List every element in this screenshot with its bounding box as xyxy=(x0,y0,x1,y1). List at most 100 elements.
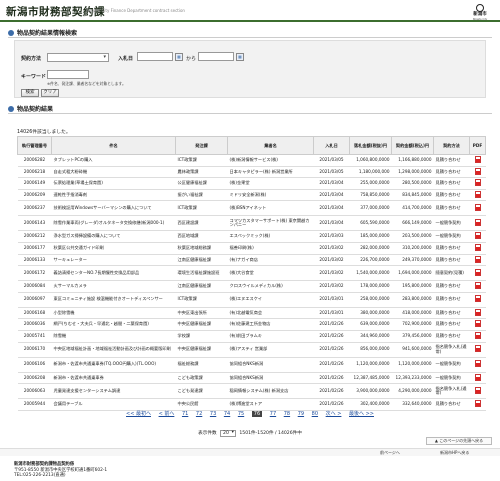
col-header-id[interactable]: 執行管理番号 xyxy=(17,136,52,155)
date-from-input[interactable] xyxy=(137,52,173,61)
method-select[interactable] xyxy=(47,53,109,62)
pager-page[interactable]: 79 xyxy=(298,411,304,417)
cell-name[interactable]: 小型除雪機 xyxy=(51,307,176,320)
cell-date: 2021/02/26 xyxy=(313,330,350,343)
pager-prev[interactable]: < 前へ xyxy=(159,410,175,417)
col-header-vendor[interactable]: 業者名 xyxy=(227,136,314,155)
cell-name[interactable]: 速乾性手指消毒剤 xyxy=(51,189,176,202)
col-header-name[interactable]: 件名 xyxy=(51,136,176,155)
pdf-icon[interactable] xyxy=(474,360,481,368)
pdf-icon[interactable] xyxy=(474,204,481,212)
pdf-icon[interactable] xyxy=(474,295,481,303)
pdf-icon[interactable] xyxy=(474,190,481,198)
pager-page[interactable]: 73 xyxy=(210,411,216,417)
pdf-icon[interactable] xyxy=(474,243,481,251)
pdf-icon[interactable] xyxy=(474,282,481,290)
keyword-input[interactable] xyxy=(47,70,89,79)
cell-name[interactable]: 義詰清掃センターNO.7長期慢性交換品用部品 xyxy=(51,265,176,282)
calendar-to-icon[interactable]: ▦ xyxy=(236,53,244,61)
clear-button[interactable]: クリア xyxy=(41,89,59,97)
cell-name[interactable]: 網戸(ちむせ・大夫兵・早通北・越間・二葉保育園) xyxy=(51,318,176,331)
back-to-top-button[interactable]: ▲ このページの先頭へ戻る xyxy=(426,437,492,445)
pdf-icon[interactable] xyxy=(474,167,481,175)
cell-dept: ICT政策課 xyxy=(175,200,228,217)
cell-dept: 西区地域課 xyxy=(175,230,228,243)
cell-name[interactable]: サーキュレーター xyxy=(51,254,176,267)
pdf-icon[interactable] xyxy=(474,308,481,316)
cell-name[interactable]: 中央区地域福祉計画・地域福祉活動計画及び計画の概要版印刷 xyxy=(51,342,176,358)
table-row: 20006036 網戸(ちむせ・大夫兵・早通北・越間・二葉保育園) 中央区健康福祉課… xyxy=(17,318,486,331)
pdf-icon[interactable] xyxy=(474,345,481,353)
pager-page[interactable]: 72 xyxy=(196,411,202,417)
pdf-icon[interactable] xyxy=(474,320,481,328)
cell-vendor: (有)北越電気商会 xyxy=(227,307,314,320)
cell-date: 2021/02/26 xyxy=(313,357,350,373)
cell-date: 2021/03/02 xyxy=(313,280,350,293)
pager-last[interactable]: 最後へ >> xyxy=(349,410,374,417)
pdf-icon[interactable] xyxy=(474,268,481,276)
prev-page-link[interactable]: 前ページへ xyxy=(380,450,400,456)
table-row: 20006097 東区コミュニティ施設 検温機能付きオートディスペンサー ICT政策… xyxy=(17,292,486,308)
pager-page[interactable]: 80 xyxy=(312,411,318,417)
cell-name[interactable]: タブレットPCの購入 xyxy=(51,154,176,167)
pager-page[interactable]: 74 xyxy=(224,411,230,417)
col-header-bid[interactable]: 落札金額(税抜)円 xyxy=(349,136,392,155)
pager-page[interactable]: 71 xyxy=(182,411,188,417)
city-logo[interactable]: 新潟市 Niigata City xyxy=(468,4,492,21)
cell-id: 20006170 xyxy=(17,342,52,358)
pdf-icon[interactable] xyxy=(474,179,481,187)
cell-pdf xyxy=(469,177,486,190)
cell-dept: 江南区健康福祉課 xyxy=(175,254,228,267)
cell-name[interactable]: 除雪機 xyxy=(51,330,176,343)
pager-first[interactable]: << 最初へ xyxy=(126,410,151,417)
pdf-icon[interactable] xyxy=(474,232,481,240)
pdf-icon[interactable] xyxy=(474,219,481,227)
cell-pdf xyxy=(469,292,486,308)
pdf-icon[interactable] xyxy=(474,400,481,408)
col-header-dept[interactable]: 発注課 xyxy=(175,136,228,155)
pager-next[interactable]: 次へ > xyxy=(326,410,342,417)
col-header-method[interactable]: 契約方法 xyxy=(433,136,470,155)
col-header-date[interactable]: 入札日 xyxy=(313,136,350,155)
cell-vendor: ミドリ安全新潟(株) xyxy=(227,189,314,202)
cell-name[interactable]: 新潟市・佐渡市共通乗車券(TQ.OOO円購入)(TL.OOO) xyxy=(51,357,176,373)
pdf-icon[interactable] xyxy=(474,255,481,263)
cell-name[interactable]: 火サーマルカメラ xyxy=(51,280,176,293)
cell-name[interactable]: 伝票処理業(草場土保育園) xyxy=(51,177,176,190)
cell-bid: 3,900,000,0000 xyxy=(349,383,392,400)
pdf-icon[interactable] xyxy=(474,156,481,163)
search-button[interactable]: 検索 xyxy=(21,89,39,97)
cell-date: 2021/03/04 xyxy=(313,200,350,217)
cell-name[interactable]: 自走式粗大粉砕機 xyxy=(51,166,176,179)
city-home-link[interactable]: 新潟市HPへ戻る xyxy=(440,450,469,456)
cell-id: 20006097 xyxy=(17,292,52,308)
cell-name[interactable]: 東区コミュニティ施設 検温機能付きオートディスペンサー xyxy=(51,292,176,308)
pager-page[interactable]: 77 xyxy=(270,411,276,417)
pdf-icon[interactable] xyxy=(474,331,481,339)
cell-name[interactable]: 秋葉区公共交通ガイド印刷 xyxy=(51,242,176,255)
cell-pdf xyxy=(469,357,486,373)
cell-method: 見積り合わせ xyxy=(433,280,470,293)
pager-page[interactable]: 78 xyxy=(284,411,290,417)
cell-name[interactable]: 技術検証用Windowsサーバーマシンの購入について xyxy=(51,200,176,217)
table-row: 20006084 火サーマルカメラ 江南区健康福祉課 クロスウイルメディカル(株) 20… xyxy=(17,280,486,293)
per-page-control: 表示件数 20 1501件-1520件 / 14026件中 xyxy=(0,430,500,437)
pdf-icon[interactable] xyxy=(474,386,481,394)
cell-dept: 環境生活福祉課施設班 xyxy=(175,265,228,282)
cell-name[interactable]: 浄水型ガス掃挿設備の購入について xyxy=(51,230,176,243)
table-row: 20006168 小型除雪機 中央区東出張所 (有)北越電気商会 2021/03/01 3… xyxy=(17,307,486,320)
per-page-select[interactable]: 20 xyxy=(220,430,236,437)
table-row: 20006143 除雪作業車両(グレーダ)オルタネータ交換修繕(新潟000-1) 西… xyxy=(17,215,486,232)
date-to-input[interactable] xyxy=(198,52,234,61)
calendar-from-icon[interactable]: ▦ xyxy=(175,53,183,61)
pdf-icon[interactable] xyxy=(474,373,481,381)
cell-name[interactable]: 会議用テーブル xyxy=(51,398,176,411)
pager-page[interactable]: 75 xyxy=(238,411,244,417)
cell-name[interactable]: 新潟市・佐渡市共通乗車券 xyxy=(51,372,176,385)
cell-date: 2021/03/02 xyxy=(313,254,350,267)
cell-name[interactable]: 児童発達支援センターシステム調達 xyxy=(51,383,176,400)
cell-name[interactable]: 除雪作業車両(グレーダ)オルタネータ交換修繕(新潟000-1) xyxy=(51,215,176,232)
col-header-contract[interactable]: 契約金額(税込)円 xyxy=(391,136,434,155)
cell-date: 2021/03/03 xyxy=(313,230,350,243)
cell-vendor: (有)前田ブラムキ xyxy=(227,330,314,343)
